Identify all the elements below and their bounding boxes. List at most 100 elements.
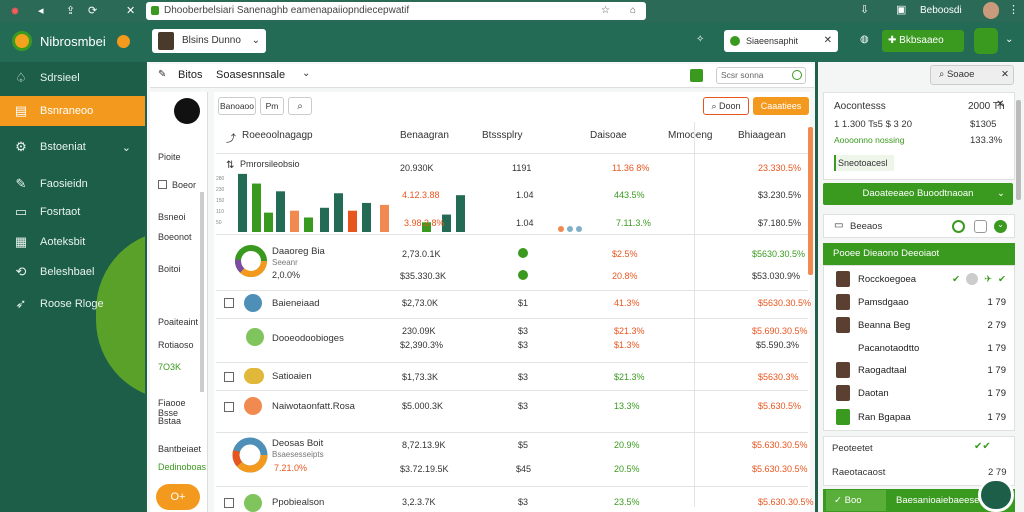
row-checkbox[interactable]	[224, 372, 234, 382]
square-icon[interactable]	[974, 220, 987, 233]
subpanel-item[interactable]: Boitoi	[158, 264, 181, 274]
header-search[interactable]: Siaeensaphit ✕	[724, 30, 838, 52]
search-icon[interactable]: ⌕	[288, 97, 312, 115]
user-name[interactable]: Beboosdi	[920, 5, 962, 16]
row-cell: $45	[516, 464, 532, 474]
scrollbar[interactable]	[1016, 100, 1021, 200]
right-search[interactable]: ⌕ Soaoe ✕	[930, 65, 1014, 85]
person-row[interactable]: Raogadtaal 1 79	[836, 361, 1006, 379]
row-checkbox[interactable]	[224, 402, 234, 412]
column-header[interactable]: Benaagran	[400, 130, 449, 141]
person-row[interactable]: Ran Bgapaa 1 79	[836, 408, 1006, 426]
url-bar[interactable]: Dhooberbelsiari Sanenaghb eamenapaiiopnd…	[146, 2, 646, 20]
subpanel-item[interactable]: Fiaooe Bsse	[158, 398, 207, 418]
clear-button[interactable]: ⌕ Doon	[703, 97, 749, 115]
subpanel-item[interactable]: Pioite	[158, 152, 181, 162]
menu-icon[interactable]: ⋮	[1008, 3, 1019, 16]
avatar	[836, 271, 850, 287]
sidebar-item-2[interactable]: ⚙ Bstoeniat ⌄	[0, 133, 145, 161]
column-header[interactable]: Bhiaagean	[738, 130, 786, 141]
row-name[interactable]: Baieneiaad	[272, 298, 320, 309]
row-checkbox[interactable]	[224, 298, 234, 308]
sidebar-item-1[interactable]: ▤ Bsnraneoo	[0, 96, 145, 126]
row-name[interactable]: Satioaien	[272, 371, 312, 382]
bottom-button-1[interactable]: ✓ Boo	[826, 490, 886, 511]
column-header[interactable]: Roeeoolnagagp	[242, 130, 313, 141]
fab-button[interactable]: O+	[156, 484, 200, 510]
table-scrollbar[interactable]	[808, 127, 813, 275]
primary-button[interactable]: Caaatiees	[753, 97, 809, 115]
bookmark-icon[interactable]: ⌂	[630, 2, 636, 20]
header-avatar[interactable]	[974, 28, 998, 54]
star-icon[interactable]: ☆	[601, 2, 610, 20]
row-name[interactable]: Deosas Boit	[272, 438, 323, 449]
row-name[interactable]: Naiwotaonfatt.Rosa	[272, 401, 355, 412]
filter-input[interactable]: Scsr sonna	[716, 67, 806, 84]
chat-fab[interactable]	[978, 478, 1014, 512]
sidebar-item-3[interactable]: ✎ Faosieidn	[0, 170, 145, 198]
subpanel-item[interactable]: Boeonot	[158, 232, 192, 242]
green-action-button[interactable]: Daoateeaeo Buoodtnaoan ⌄	[823, 183, 1013, 205]
row-name[interactable]: Daaoreg Bia	[272, 246, 325, 257]
profile-select[interactable]: Blsins Dunno ⌄	[152, 29, 266, 53]
toolbar-button-1[interactable]: Banoaoo	[218, 97, 256, 115]
status-dot-icon[interactable]	[952, 220, 965, 233]
refresh-icon[interactable]: ⟳	[88, 4, 97, 17]
close-icon[interactable]: ✕	[996, 99, 1004, 110]
row-cell: $3	[518, 401, 529, 411]
bug-icon[interactable]: ✸	[8, 4, 22, 18]
person-row[interactable]: Pacanotaodtto 1 79	[836, 339, 1006, 357]
subpanel-item[interactable]: Bstaa	[158, 416, 181, 426]
sort-icon[interactable]: ⤴	[226, 130, 236, 145]
subpanel-item[interactable]: Poaiteaint	[158, 317, 198, 327]
subpanel-item[interactable]: Bantbeiaet	[158, 444, 201, 454]
subpanel-item[interactable]: Rotiaoso	[158, 340, 194, 350]
bottom-button-2[interactable]: Baesanioaiebaeeses	[890, 490, 986, 511]
chevron-down-icon[interactable]: ⌄	[994, 220, 1007, 233]
column-header[interactable]: Mmooeng	[668, 130, 712, 141]
chevron-down-icon[interactable]: ⌄	[1005, 34, 1013, 45]
person-row[interactable]: Rocckoegoea ✔ ✈ ✔	[836, 270, 1006, 288]
chart-cell: 443.5%	[614, 190, 645, 200]
row-checkbox[interactable]	[224, 498, 234, 508]
notification-icon[interactable]: ◍	[860, 34, 869, 45]
header-action-button[interactable]: ✚ Bkbsaaeo	[882, 30, 964, 52]
row-cell: 20.9%	[614, 440, 640, 450]
extension-icon[interactable]: ▣	[896, 3, 906, 16]
column-header[interactable]: Daisoae	[590, 130, 627, 141]
close-icon[interactable]: ✕	[1001, 66, 1009, 84]
row-avatar-icon	[244, 397, 262, 415]
page-subtitle[interactable]: Soasesnnsale	[216, 69, 285, 81]
scrollbar[interactable]	[200, 192, 204, 392]
person-row[interactable]: Daotan 1 79	[836, 384, 1006, 402]
subpanel-item[interactable]: Bsneoi	[158, 212, 186, 222]
toolbar-button-2[interactable]: Pm	[260, 97, 284, 115]
subpanel-item[interactable]: Dedinoboas	[158, 462, 206, 472]
edit-icon[interactable]: ✎	[158, 69, 166, 80]
subpanel-item[interactable]: Boeor	[172, 180, 196, 190]
share-icon[interactable]: ⇪	[66, 4, 75, 17]
row-cell: $21.3%	[614, 326, 645, 336]
person-row[interactable]: Pamsdgaao 1 79	[836, 293, 1006, 311]
avatar	[966, 273, 979, 285]
row-name[interactable]: Ppobiealson	[272, 497, 324, 508]
browser-avatar[interactable]	[983, 2, 999, 19]
row-avatar-icon	[244, 494, 262, 512]
sidebar-item-4[interactable]: ▭ Fosrtaot	[0, 198, 145, 226]
row-name[interactable]: Dooeodoobioges	[272, 333, 344, 344]
chevron-down-icon[interactable]: ⌄	[302, 68, 310, 79]
close-tab-icon[interactable]: ✕	[126, 4, 135, 17]
column-header[interactable]: Btsssplry	[482, 130, 523, 141]
sidebar-item-5[interactable]: ▦ Aoteksbit	[0, 228, 145, 256]
sidebar-item-6[interactable]: ⟲ Beleshbael	[0, 258, 145, 286]
back-icon[interactable]: ◂	[38, 4, 44, 17]
person-row[interactable]: Beanna Beg 2 79	[836, 316, 1006, 334]
check-icon[interactable]: ✔✔	[974, 441, 991, 452]
sidebar-item-7[interactable]: ➶ Roose Rloge	[0, 290, 145, 318]
settings-icon[interactable]: ✧	[696, 34, 704, 45]
checkbox-icon[interactable]	[158, 180, 167, 189]
download-icon[interactable]: ⇩	[860, 3, 869, 16]
clear-icon[interactable]: ✕	[824, 30, 832, 52]
card-line: Aoooonno nossing	[834, 135, 905, 145]
sidebar-item-0[interactable]: ♤ Sdrsieel	[0, 64, 145, 92]
